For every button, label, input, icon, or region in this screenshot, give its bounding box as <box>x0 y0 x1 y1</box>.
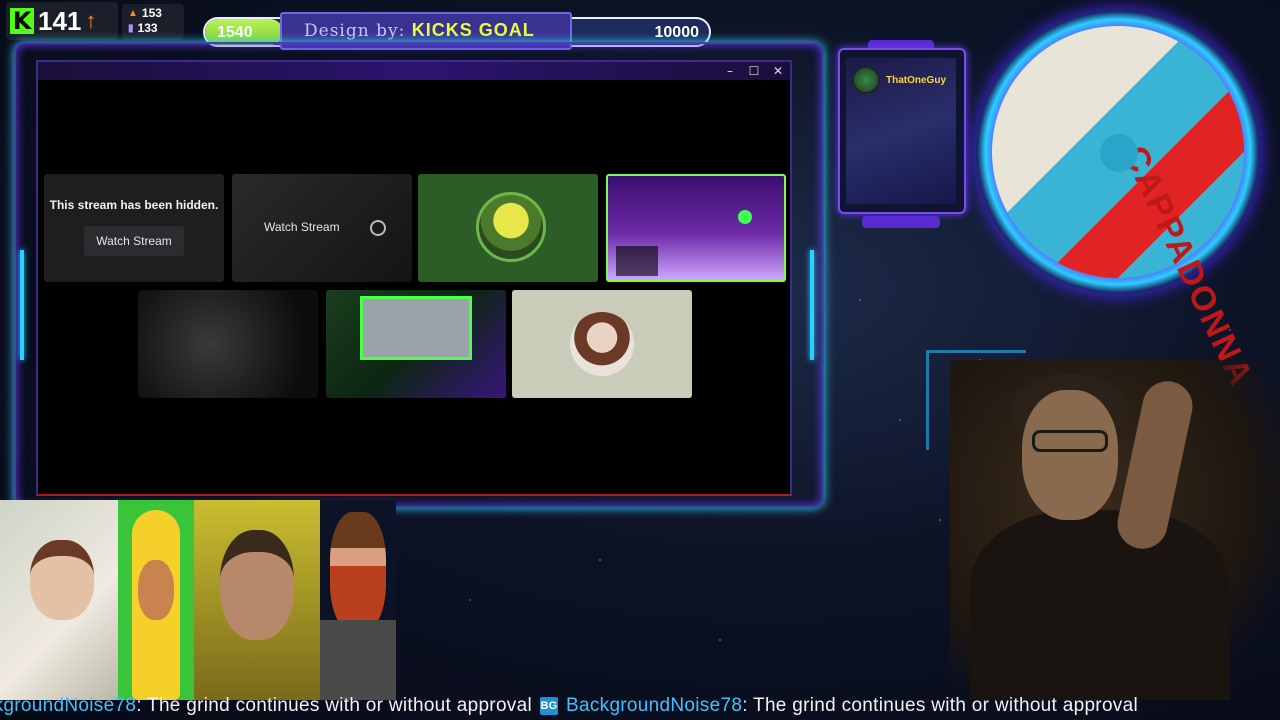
ticker-username: BackgroundNoise78 <box>0 695 137 716</box>
frog-avatar <box>476 192 546 262</box>
stream-tile-avatar-girl[interactable] <box>512 290 692 398</box>
window-titlebar: – ☐ ✕ <box>38 62 790 80</box>
stream-tile-avatar-frog[interactable] <box>418 174 598 282</box>
streamer-face <box>1022 390 1118 520</box>
guest-face <box>330 512 386 632</box>
guest-robe <box>320 620 396 700</box>
close-button[interactable]: ✕ <box>772 63 784 79</box>
office-video <box>360 296 472 360</box>
streamer-webcam <box>950 360 1280 700</box>
frame-accent-right <box>810 250 814 360</box>
goal-label: KICKS GOAL <box>411 20 535 40</box>
hidden-stream-message: This stream has been hidden. <box>49 198 219 212</box>
guest-face <box>138 560 174 620</box>
chat-ticker: BackgroundNoise78: The grind continues w… <box>0 694 1280 720</box>
game-hud <box>616 246 658 276</box>
watch-stream-label[interactable]: Watch Stream <box>264 220 340 234</box>
chat-message: ThatOneGuy <box>852 66 946 94</box>
watch-stream-button[interactable]: Watch Stream <box>84 226 184 256</box>
guest-cam-4 <box>320 500 396 700</box>
ticker-username: BackgroundNoise78 <box>566 695 743 716</box>
chat-user-avatar <box>852 66 880 94</box>
guest-cam-3 <box>194 500 320 700</box>
multistream-window: – ☐ ✕ This stream has been hidden. Watch… <box>36 60 792 496</box>
stat-b: 133 <box>137 21 158 35</box>
stream-tile-dimmed[interactable]: Watch Stream <box>232 174 412 282</box>
ticker-message: : The grind continues with or without ap… <box>742 695 1138 716</box>
kick-logo-icon: K <box>10 8 34 34</box>
stat-a: 153 <box>141 6 162 20</box>
chat-panel: ThatOneGuy <box>846 58 956 204</box>
chat-frame-tab-bottom <box>862 216 940 228</box>
minimize-button[interactable]: – <box>724 63 736 79</box>
goal-end-value: 10000 <box>654 24 700 41</box>
ticker-track: BackgroundNoise78: The grind continues w… <box>0 695 1138 717</box>
frame-accent-left <box>20 250 24 360</box>
ticker-item: BackgroundNoise78: The grind continues w… <box>566 695 1138 717</box>
album-center <box>1100 134 1138 172</box>
stream-tile-office[interactable] <box>326 290 506 398</box>
green-orb-icon <box>738 210 752 224</box>
goal-start-value: 1540 <box>217 24 253 41</box>
guest-cam-1 <box>0 500 118 700</box>
guest-face <box>220 530 294 640</box>
maximize-button[interactable]: ☐ <box>748 63 760 79</box>
bars-icon: ▮ <box>128 23 134 34</box>
sub-stats-panel: ▲ 153 ▮ 133 <box>122 4 184 40</box>
guest-face <box>30 540 94 620</box>
person-icon: ▲ <box>128 8 138 19</box>
magnifier-icon[interactable] <box>370 220 386 236</box>
streamer-body <box>970 510 1230 700</box>
design-credit-prefix: Design by: <box>304 21 406 41</box>
glasses-icon <box>1032 430 1108 452</box>
streamer-avatar <box>570 312 634 376</box>
stream-tile-game[interactable] <box>606 174 786 282</box>
user-badge-icon: BG <box>540 697 558 715</box>
chat-username: ThatOneGuy <box>886 74 947 86</box>
up-arrow-icon: ↑ <box>85 8 97 33</box>
kick-follower-counter: K 141 ↑ <box>6 2 118 40</box>
ticker-message: : The grind continues with or without ap… <box>136 695 532 716</box>
stream-tile-hidden: This stream has been hidden. Watch Strea… <box>44 174 224 282</box>
stream-tile-room[interactable] <box>138 290 318 398</box>
guest-cam-2 <box>118 500 194 700</box>
kick-count: 141 <box>38 5 82 36</box>
ticker-item: BackgroundNoise78: The grind continues w… <box>0 695 532 717</box>
